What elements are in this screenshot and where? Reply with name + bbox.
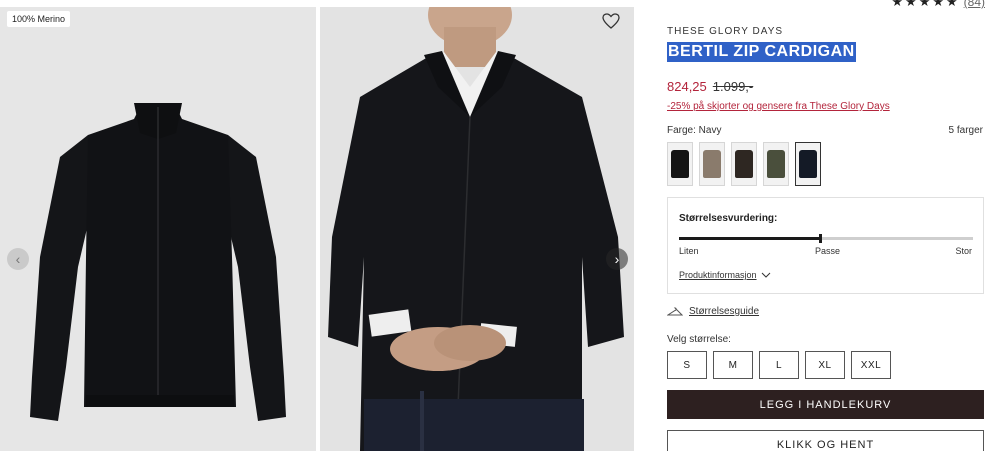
next-image-button[interactable]: › [606, 248, 628, 270]
hanger-icon [667, 306, 683, 315]
product-page: 100% Merino ‹ › ★ ★ ★ ★ ★ (84) THESE GLO… [0, 0, 1000, 451]
size-options: S M L XL XXL [667, 351, 891, 379]
star-icon: ★ [946, 0, 958, 9]
size-guide-label: Størrelsesguide [689, 306, 760, 317]
color-swatches [667, 142, 821, 186]
size-guide-link[interactable]: Størrelsesguide [667, 306, 759, 317]
price-row: 824,25 1.099,- [667, 79, 753, 94]
favorite-button[interactable] [599, 9, 623, 33]
image-gallery: 100% Merino ‹ › [0, 0, 640, 451]
model-wearing-cardigan-image [328, 7, 624, 451]
product-image-model[interactable] [320, 7, 634, 451]
swatch-chip [799, 150, 817, 178]
star-icon: ★ [932, 0, 944, 9]
size-option-m[interactable]: M [713, 351, 753, 379]
size-rating-label-large: Stor [955, 246, 972, 256]
size-option-l[interactable]: L [759, 351, 799, 379]
swatch-chip [703, 150, 721, 178]
add-to-cart-button[interactable]: LEGG I HANDLEKURV [667, 390, 984, 419]
size-rating-box: Størrelsesvurdering: Liten Passe Stor Pr… [667, 197, 984, 294]
size-option-xxl[interactable]: XXL [851, 351, 891, 379]
size-rating-label-fit: Passe [815, 246, 841, 256]
chevron-right-icon: › [614, 251, 620, 267]
product-title: BERTIL ZIP CARDIGAN [667, 42, 856, 62]
chevron-down-icon [761, 272, 770, 278]
star-icon: ★ [891, 0, 904, 9]
color-swatch-black[interactable] [667, 142, 693, 186]
swatch-chip [671, 150, 689, 178]
review-count-link[interactable]: (84) [964, 0, 985, 9]
color-count: 5 farger [948, 125, 983, 136]
size-rating-track [679, 234, 973, 243]
color-swatch-taupe[interactable] [699, 142, 725, 186]
material-badge: 100% Merino [7, 11, 71, 27]
size-rating-title: Størrelsesvurdering: [679, 213, 778, 224]
swatch-chip [735, 150, 753, 178]
star-icon: ★ [918, 0, 931, 9]
color-swatch-dark-brown[interactable] [731, 142, 757, 186]
original-price: 1.099,- [712, 79, 754, 94]
promo-link[interactable]: -25% på skjorter og gensere fra These Gl… [667, 101, 890, 112]
product-info-label: Produktinformasjon [679, 270, 757, 280]
product-info-panel: ★ ★ ★ ★ ★ (84) THESE GLORY DAYS BERTIL Z… [667, 0, 985, 451]
star-icon: ★ [905, 0, 917, 9]
chevron-left-icon: ‹ [15, 251, 21, 267]
size-option-xl[interactable]: XL [805, 351, 845, 379]
color-label: Farge: Navy [667, 125, 722, 136]
heart-icon [602, 13, 620, 29]
product-image-flat[interactable]: 100% Merino [0, 7, 316, 451]
size-rating-label-small: Liten [679, 246, 699, 256]
cardigan-flat-image [30, 103, 286, 421]
size-rating-marker [819, 234, 823, 243]
sale-price: 824,25 [667, 79, 707, 94]
product-rating[interactable]: ★ ★ ★ ★ ★ (84) [891, 0, 985, 10]
click-and-collect-button[interactable]: KLIKK OG HENT [667, 430, 984, 451]
color-swatch-navy[interactable] [795, 142, 821, 186]
swatch-chip [767, 150, 785, 178]
choose-size-label: Velg størrelse: [667, 334, 731, 345]
size-option-s[interactable]: S [667, 351, 707, 379]
brand-name[interactable]: THESE GLORY DAYS [667, 26, 783, 37]
product-info-toggle[interactable]: Produktinformasjon [679, 270, 771, 280]
previous-image-button[interactable]: ‹ [7, 248, 29, 270]
color-swatch-olive[interactable] [763, 142, 789, 186]
size-rating-fill [679, 237, 821, 240]
